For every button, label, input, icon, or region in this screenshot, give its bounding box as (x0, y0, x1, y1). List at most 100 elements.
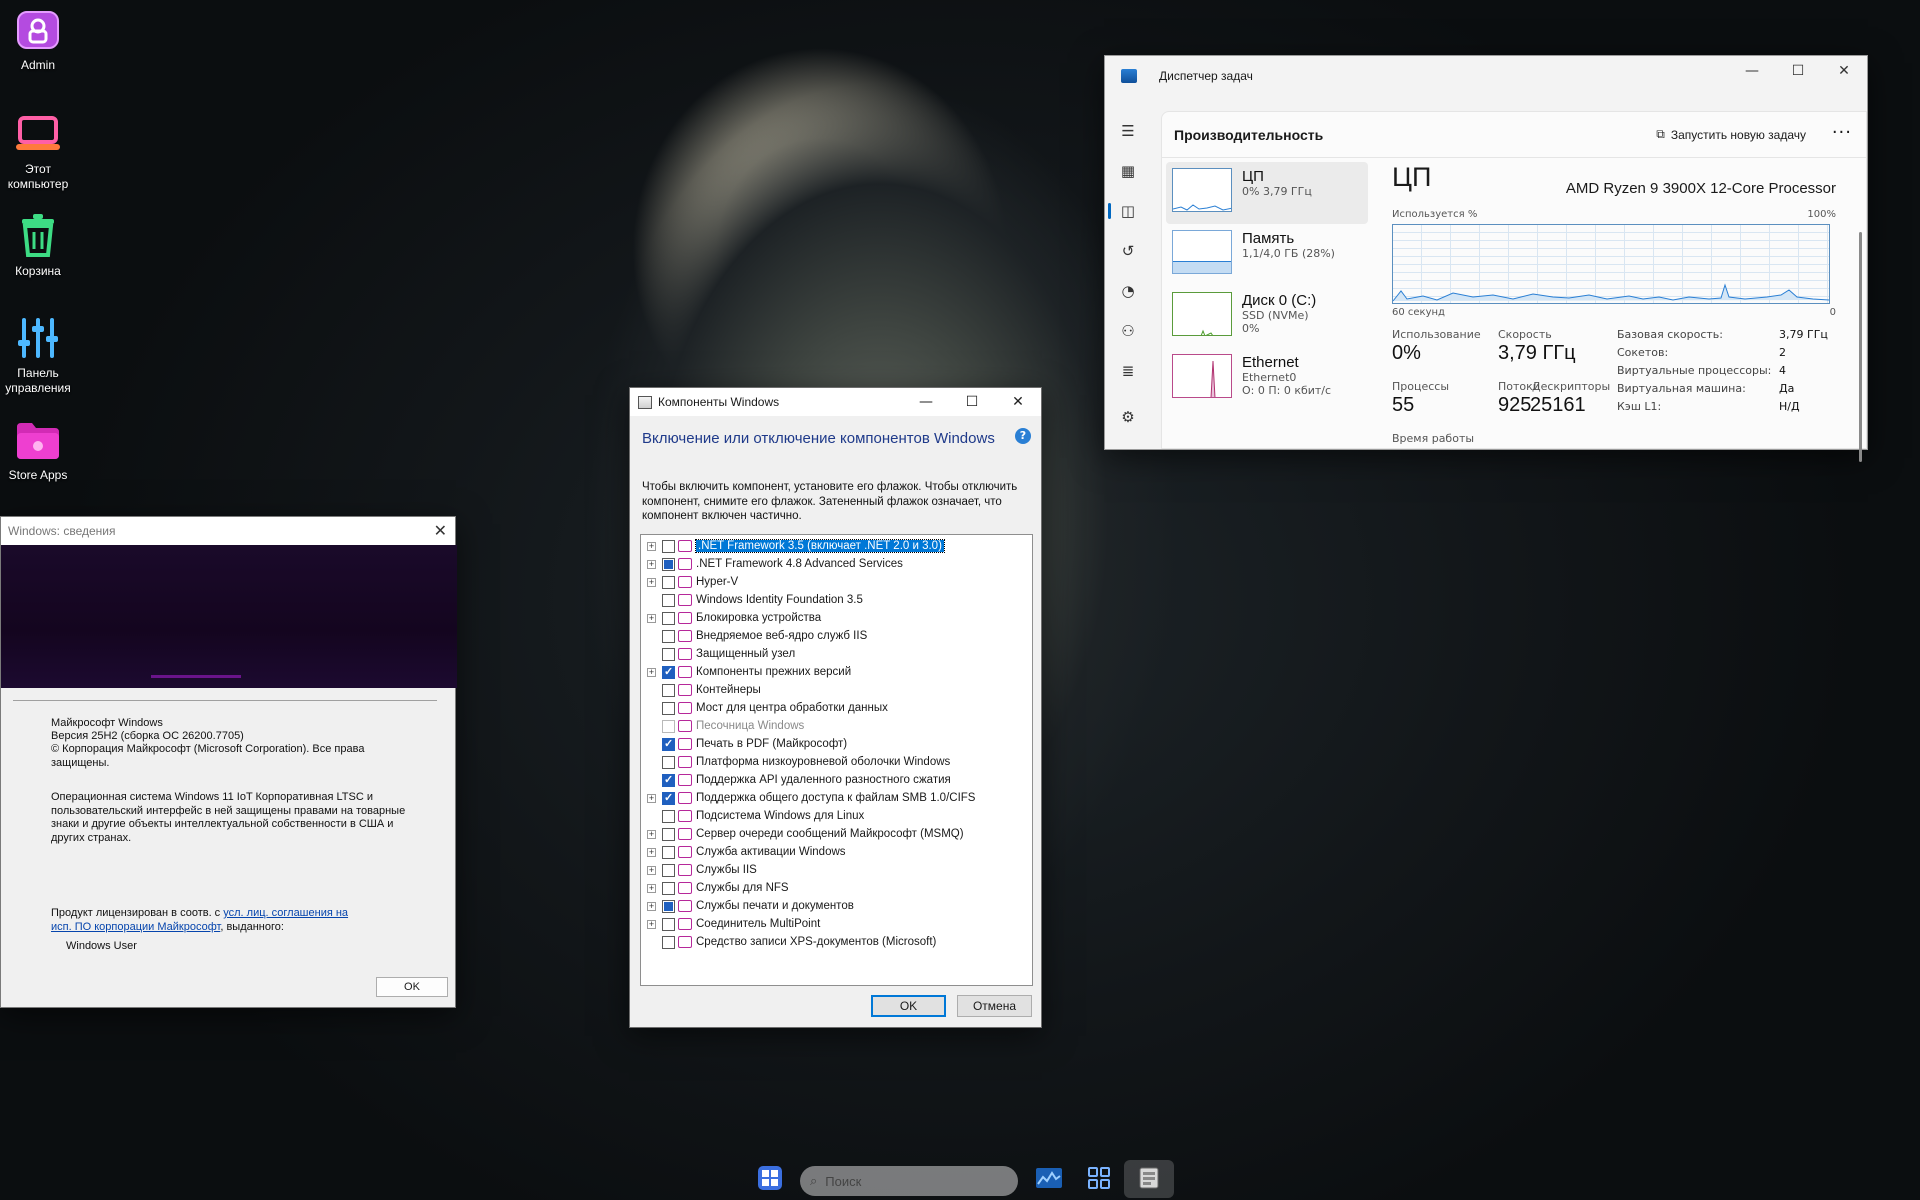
feature-checkbox[interactable] (662, 863, 675, 877)
feature-row[interactable]: Контейнеры (641, 681, 1032, 699)
feature-row[interactable]: + Службы IIS (641, 861, 1032, 879)
feature-row[interactable]: Внедряемое веб-ядро служб IIS (641, 627, 1032, 645)
feature-checkbox[interactable] (662, 539, 675, 553)
about-ok-button[interactable]: OK (376, 977, 448, 997)
feature-checkbox[interactable] (662, 665, 675, 679)
close-icon[interactable]: ✕ (434, 521, 447, 540)
run-new-task-button[interactable]: ⧉ Запустить новую задачу (1656, 127, 1806, 142)
feature-row[interactable]: + .NET Framework 4.8 Advanced Services (641, 555, 1032, 573)
ok-button[interactable]: OK (871, 995, 946, 1017)
feature-row[interactable]: Мост для центра обработки данных (641, 699, 1032, 717)
feature-checkbox[interactable] (662, 935, 675, 949)
feature-checkbox[interactable] (662, 845, 675, 859)
resource-detail: SSD (NVMe) (1242, 309, 1309, 322)
feature-checkbox[interactable] (662, 773, 675, 787)
expand-icon[interactable]: + (647, 667, 656, 677)
feature-row[interactable]: + Служба активации Windows (641, 843, 1032, 861)
close-icon[interactable]: ✕ (995, 388, 1041, 416)
maximize-icon[interactable]: ☐ (949, 388, 995, 416)
app-history-icon[interactable]: ↺ (1105, 231, 1151, 271)
expand-icon[interactable]: + (647, 919, 656, 929)
startup-apps-icon[interactable]: ◔ (1105, 271, 1151, 311)
feature-row[interactable]: + Компоненты прежних версий (641, 663, 1032, 681)
feature-row[interactable]: Windows Identity Foundation 3.5 (641, 591, 1032, 609)
feature-checkbox[interactable] (662, 917, 675, 931)
feature-checkbox[interactable] (662, 575, 675, 589)
expand-icon[interactable]: + (647, 577, 656, 587)
feature-checkbox[interactable] (662, 755, 675, 769)
feature-row[interactable]: Защищенный узел (641, 645, 1032, 663)
feature-row[interactable]: + Поддержка общего доступа к файлам SMB 1… (641, 789, 1032, 807)
feature-checkbox[interactable] (662, 557, 675, 571)
maximize-icon[interactable]: ☐ (1775, 56, 1821, 86)
hamburger-menu-icon[interactable]: ☰ (1105, 111, 1151, 151)
desktop-icon-this-pc[interactable]: Этот компьютер (2, 110, 74, 192)
feature-label: Защищенный узел (696, 648, 796, 660)
feature-checkbox[interactable] (662, 791, 675, 805)
start-button[interactable] (745, 1160, 795, 1198)
feature-checkbox[interactable] (662, 701, 675, 715)
taskbar-taskmgr[interactable] (1024, 1160, 1074, 1198)
processes-icon[interactable]: ▦ (1105, 151, 1151, 191)
feature-row[interactable]: + Службы печати и документов (641, 897, 1032, 915)
feature-row[interactable]: Поддержка API удаленного разностного сжа… (641, 771, 1032, 789)
feature-row[interactable]: + Блокировка устройства (641, 609, 1032, 627)
feature-checkbox[interactable] (662, 881, 675, 895)
feature-row[interactable]: Платформа низкоуровневой оболочки Window… (641, 753, 1032, 771)
feature-row[interactable]: + Соединитель MultiPoint (641, 915, 1032, 933)
settings-gear-icon[interactable]: ⚙ (1105, 397, 1151, 437)
performance-icon[interactable]: ◫ (1105, 191, 1151, 231)
features-icon (1136, 1165, 1162, 1194)
feature-checkbox[interactable] (662, 737, 675, 751)
feature-checkbox[interactable] (662, 809, 675, 823)
desktop-icon-control-panel[interactable]: Панель управления (2, 314, 74, 396)
resource-item-cpu[interactable]: ЦП 0% 3,79 ГГц (1166, 162, 1368, 224)
feature-checkbox[interactable] (662, 899, 675, 913)
taskbar-search[interactable]: ⌕ Поиск (800, 1166, 1018, 1196)
expand-icon[interactable]: + (647, 847, 656, 857)
taskbar-task-view[interactable] (1074, 1160, 1124, 1198)
help-icon[interactable]: ? (1015, 428, 1031, 444)
resource-item-ethernet[interactable]: Ethernet Ethernet0 О: 0 П: 0 кбит/с (1166, 348, 1368, 410)
expand-icon[interactable]: + (647, 793, 656, 803)
cancel-button[interactable]: Отмена (957, 995, 1032, 1017)
feature-row[interactable]: Печать в PDF (Майкрософт) (641, 735, 1032, 753)
feature-checkbox[interactable] (662, 683, 675, 697)
expand-icon[interactable]: + (647, 883, 656, 893)
feature-checkbox[interactable] (662, 611, 675, 625)
expand-icon[interactable]: + (647, 829, 656, 839)
feature-row[interactable]: Подсистема Windows для Linux (641, 807, 1032, 825)
taskbar-windows-features[interactable] (1124, 1160, 1174, 1198)
expand-icon[interactable]: + (647, 865, 656, 875)
feature-row[interactable]: + .NET Framework 3.5 (включает .NET 2.0 и… (641, 537, 1032, 555)
feature-checkbox[interactable] (662, 647, 675, 661)
minimize-icon[interactable]: — (1729, 56, 1775, 86)
users-icon[interactable]: ⚇ (1105, 311, 1151, 351)
feature-checkbox[interactable] (662, 827, 675, 841)
about-product-name: Майкрософт Windows (51, 717, 163, 729)
desktop-icon-store-apps[interactable]: Store Apps (2, 416, 74, 483)
expand-icon[interactable]: + (647, 613, 656, 623)
minimize-icon[interactable]: — (903, 388, 949, 416)
feature-row[interactable]: + Hyper-V (641, 573, 1032, 591)
desktop-icon-admin[interactable]: Admin (2, 6, 74, 73)
feature-row[interactable]: + Службы для NFS (641, 879, 1032, 897)
resource-item-memory[interactable]: Память 1,1/4,0 ГБ (28%) (1166, 224, 1368, 286)
feature-checkbox[interactable] (662, 593, 675, 607)
spec-value: 3,79 ГГц (1779, 328, 1828, 341)
expand-icon[interactable]: + (647, 541, 656, 551)
feature-row[interactable]: Песочница Windows (641, 717, 1032, 735)
desktop-icon-recycle-bin[interactable]: Корзина (2, 212, 74, 279)
more-options-icon[interactable]: ··· (1832, 122, 1852, 143)
details-icon[interactable]: ≣ (1105, 351, 1151, 391)
feature-row[interactable]: + Сервер очереди сообщений Майкрософт (MS… (641, 825, 1032, 843)
expand-icon[interactable]: + (647, 559, 656, 569)
expand-icon[interactable]: + (647, 901, 656, 911)
scrollbar[interactable] (1859, 232, 1862, 462)
feature-checkbox[interactable] (662, 629, 675, 643)
feature-row[interactable]: Средство записи XPS-документов (Microsof… (641, 933, 1032, 951)
cpu-usage-graph (1392, 224, 1830, 304)
close-icon[interactable]: ✕ (1821, 56, 1867, 86)
features-tree[interactable]: + .NET Framework 3.5 (включает .NET 2.0 и… (640, 534, 1033, 986)
resource-item-disk[interactable]: Диск 0 (C:) SSD (NVMe) 0% (1166, 286, 1368, 348)
